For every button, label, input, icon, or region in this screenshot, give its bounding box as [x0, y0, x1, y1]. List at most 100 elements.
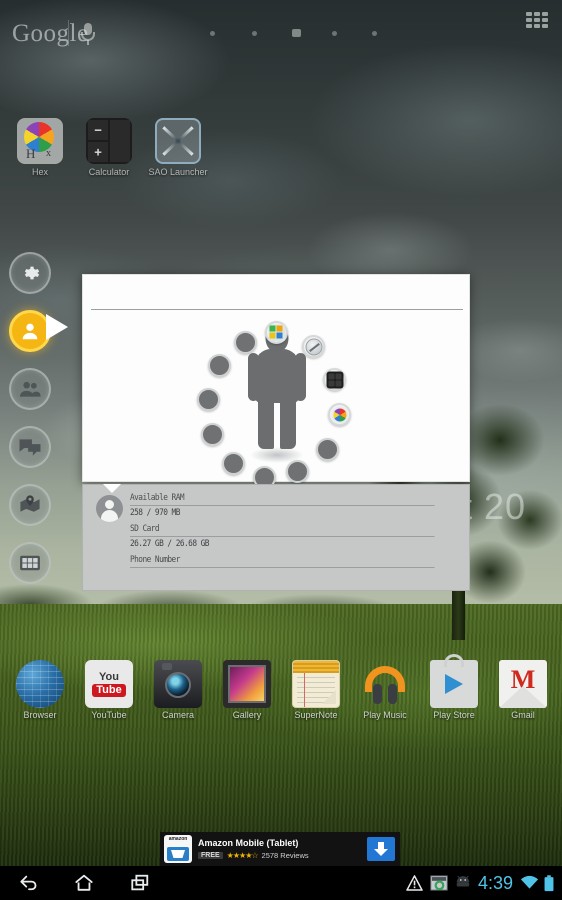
ad-price-badge: FREE	[198, 852, 223, 859]
wifi-icon	[520, 875, 539, 892]
google-search-bar[interactable]: Google	[0, 0, 562, 52]
dock-item-browser[interactable]: Browser	[6, 660, 74, 720]
gmail-envelope-icon: M	[499, 660, 547, 708]
dock-label: Gallery	[232, 710, 262, 720]
notepad-icon	[292, 660, 340, 708]
youtube-icon: You Tube	[85, 660, 133, 708]
device-info-panel: Available RAM 258 / 970 MB SD Card 26.27…	[82, 484, 470, 591]
camera-icon	[154, 660, 202, 708]
equipment-slot[interactable]	[323, 368, 346, 391]
shortcut-hex[interactable]: Hx Hex	[4, 118, 76, 177]
two-people-icon	[19, 381, 41, 397]
youtube-tube-text: Tube	[92, 683, 126, 697]
equipment-slot[interactable]	[234, 331, 257, 354]
ad-banner[interactable]: amazon Amazon Mobile (Tablet) FREE ★★★★☆…	[160, 832, 400, 866]
dock-item-play-music[interactable]: Play Music	[351, 660, 419, 720]
shortcut-sao-launcher[interactable]: SAO Launcher	[142, 118, 214, 177]
sidebar-item-settings[interactable]	[9, 252, 51, 294]
info-row-ram: Available RAM 258 / 970 MB	[130, 493, 461, 519]
warning-triangle-icon	[406, 874, 423, 892]
amazon-app-icon: amazon	[164, 835, 192, 863]
dock-item-supernote[interactable]: SuperNote	[282, 660, 350, 720]
grid-apps-icon[interactable]	[526, 12, 548, 28]
globe-icon	[16, 660, 64, 708]
microphone-icon[interactable]	[80, 23, 96, 45]
info-label: Available RAM	[130, 493, 435, 506]
sidebar-item-apps[interactable]	[9, 542, 51, 584]
amazon-brand-text: amazon	[168, 836, 188, 842]
equipment-slot-ring	[83, 309, 471, 489]
dock-label: SuperNote	[294, 710, 338, 720]
dock-item-play-store[interactable]: Play Store	[420, 654, 488, 720]
equipment-slot[interactable]	[201, 423, 224, 446]
battery-full-icon	[544, 874, 554, 892]
info-row-list: Available RAM 258 / 970 MB SD Card 26.27…	[130, 493, 461, 573]
equipment-slot[interactable]	[208, 354, 231, 377]
sidebar-item-map[interactable]	[9, 484, 51, 526]
shortcut-label: Hex	[31, 167, 48, 177]
dock-item-youtube[interactable]: You Tube YouTube	[75, 660, 143, 720]
equipment-slot[interactable]	[286, 460, 309, 483]
status-clock: 4:39	[477, 872, 513, 893]
equipment-slot[interactable]	[316, 438, 339, 461]
dock-item-gallery[interactable]: Gallery	[213, 660, 281, 720]
home-icon[interactable]	[73, 873, 95, 893]
chat-bubbles-icon	[19, 439, 41, 456]
info-label: SD Card	[130, 524, 435, 537]
calculator-icon: − +	[86, 118, 132, 164]
play-store-bag-icon	[430, 654, 478, 708]
home-shortcuts: Hx Hex − + Calculator SAO Launcher	[0, 118, 240, 193]
equipment-slot[interactable]	[197, 388, 220, 411]
ad-review-count: 2578 Reviews	[261, 851, 309, 860]
back-arrow-icon[interactable]	[18, 873, 40, 893]
ad-meta-row: FREE ★★★★☆ 2578 Reviews	[198, 851, 367, 860]
dock-label: Camera	[161, 710, 194, 720]
ad-text-block: Amazon Mobile (Tablet) FREE ★★★★☆ 2578 R…	[198, 838, 367, 860]
calculator-icon	[326, 371, 343, 388]
info-row-sd-card: SD Card 26.27 GB / 26.68 GB	[130, 524, 461, 550]
dock-item-gmail[interactable]: M Gmail	[489, 660, 557, 720]
dock-label: Play Store	[433, 710, 475, 720]
compass-icon	[305, 338, 322, 355]
system-navigation-bar: 4:39	[0, 866, 562, 900]
person-icon	[22, 323, 38, 340]
dock-label: YouTube	[91, 710, 127, 720]
ad-star-rating: ★★★★☆	[226, 851, 259, 860]
equipment-slot[interactable]	[265, 321, 288, 344]
screenshot-sync-icon	[430, 874, 448, 892]
equipment-slot[interactable]	[302, 335, 325, 358]
crossed-swords-icon	[155, 118, 201, 164]
sidebar-item-friends[interactable]	[9, 368, 51, 410]
person-avatar-icon	[96, 495, 123, 522]
equipment-slot[interactable]	[328, 403, 351, 426]
page-indicator-dots	[210, 28, 377, 38]
search-divider	[68, 20, 69, 46]
android-robot-icon	[454, 875, 471, 892]
youtube-you-text: You	[99, 670, 119, 683]
app-dock: Browser You Tube YouTube Camera Gallery …	[0, 654, 562, 730]
info-value: 258 / 970 MB	[130, 508, 180, 518]
info-label: Phone Number	[130, 555, 435, 568]
google-logo[interactable]: Google	[12, 20, 89, 48]
download-arrow-icon[interactable]	[367, 837, 395, 861]
gear-icon	[24, 266, 40, 280]
sidebar-item-messages[interactable]	[9, 426, 51, 468]
hex-pinwheel-icon: Hx	[17, 118, 63, 164]
dock-label: Browser	[23, 710, 57, 720]
dock-label: Play Music	[363, 710, 407, 720]
dock-item-camera[interactable]: Camera	[144, 660, 212, 720]
shortcut-label: SAO Launcher	[148, 167, 208, 177]
selection-pointer	[46, 314, 68, 340]
grid-icon	[20, 555, 40, 571]
equipment-slot[interactable]	[222, 452, 245, 475]
ad-title: Amazon Mobile (Tablet)	[198, 838, 299, 848]
launcher-sidebar	[9, 252, 53, 600]
shortcut-calculator[interactable]: − + Calculator	[73, 118, 145, 177]
info-value: 26.27 GB / 26.68 GB	[130, 539, 210, 549]
sidebar-item-profile[interactable]	[9, 310, 51, 352]
info-panel-notch	[103, 484, 121, 493]
hex-pinwheel-icon	[331, 406, 348, 423]
info-row-phone-number: Phone Number	[130, 555, 461, 568]
recent-apps-icon[interactable]	[129, 873, 151, 893]
status-area[interactable]: 4:39	[406, 866, 554, 900]
